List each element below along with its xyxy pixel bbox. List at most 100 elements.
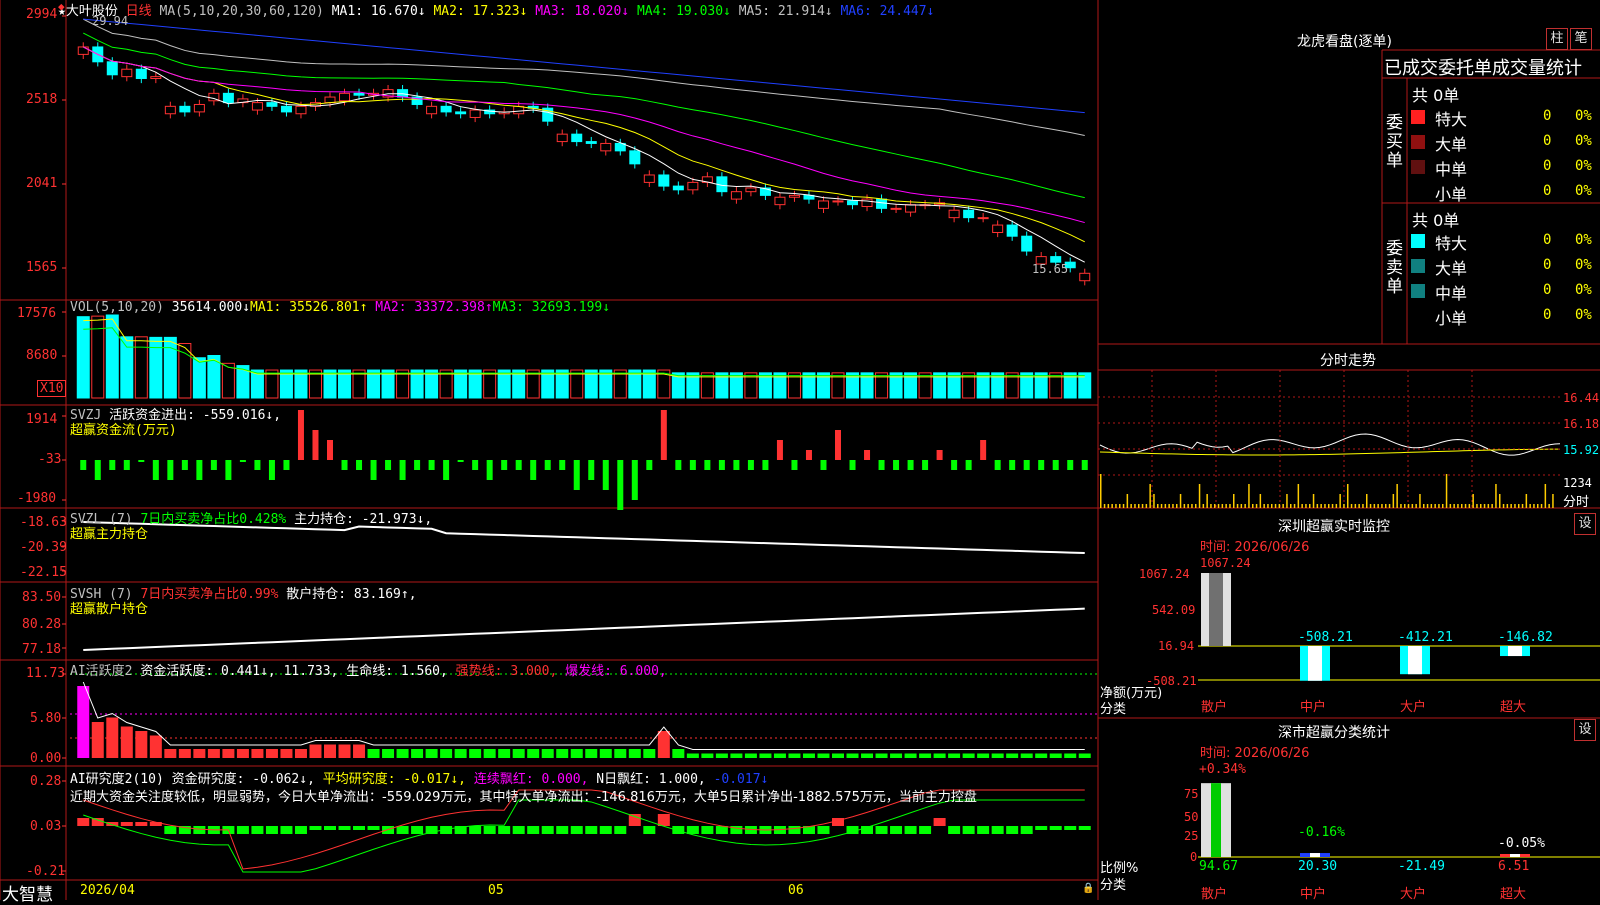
flow-bar [617,460,624,510]
y-label: 5.80 [30,711,62,726]
intraday-volume-bar [1191,504,1193,508]
flow-bar [138,460,145,462]
activity-bar [120,726,133,758]
intraday-volume-bar [1400,504,1402,508]
flow-bar [907,460,914,470]
intraday-volume-bar [1252,504,1254,508]
tick-view-button[interactable]: 笔 [1570,28,1592,50]
order-percent: 0% [1575,307,1592,323]
y-label: 77.18 [22,642,62,657]
activity-bar [991,753,1004,758]
flow-bar [602,460,609,490]
flow-bar [573,460,580,490]
ai-research-label: AI研究度2(10) [70,772,164,787]
price-label: 16.44 [1563,391,1600,405]
intraday-volume-bar [1540,504,1543,508]
activity-bar [686,753,699,758]
color-swatch [1411,284,1425,298]
flow-bar [805,450,812,460]
vol-unit-button[interactable]: X10 [37,380,67,397]
intraday-volume-bar [1229,504,1231,508]
intraday-volume-bar [1362,504,1364,508]
activity-bar [614,749,627,758]
intraday-volume-bar [1373,504,1376,508]
svzl-desc: 7日内买卖净占比0.428% [140,512,287,527]
activity-bar [788,753,801,758]
classify-bar-highlight [1310,853,1320,857]
intraday-volume-bar [1214,504,1216,508]
retail-holding-line [83,607,1085,651]
research-bar [251,826,264,834]
activity-bar [643,749,656,758]
order-count: 0 [1543,307,1552,323]
candle [469,109,481,118]
classify-pct-label: +0.34% [1199,762,1246,777]
buy-side-label: 委买单 [1386,113,1403,171]
classify-settings-button[interactable]: 设 [1574,719,1596,741]
classify-value-label: 6.51 [1498,859,1530,874]
research-bar [991,826,1004,834]
activity-bar [701,753,714,758]
bar-view-button[interactable]: 柱 [1546,28,1568,50]
svsh-sub: 超赢散户持仓 [70,602,149,617]
classify-pct-label: -0.16% [1298,825,1345,840]
ai2-name: 资金活跃度: [140,664,214,679]
app-logo[interactable]: 大智慧 [2,880,53,905]
intraday-volume-bar [1210,504,1212,508]
order-size-label: 大单 [1435,135,1468,154]
ma2-line [83,46,1085,243]
order-size-label: 中单 [1435,284,1468,303]
flow-bar [399,460,406,480]
diamond-icon: ◆ [58,0,65,13]
activity-bar [440,749,453,758]
activity-bar [846,753,859,758]
color-swatch [1411,185,1425,199]
low-label: 15.65 [1032,262,1069,276]
y-label: 75 [1184,787,1199,801]
period-label[interactable]: 日线 [126,4,152,19]
research-bar [164,826,177,834]
flow-bar [268,460,275,480]
research-bar [527,826,540,834]
flow-bar [1038,460,1045,470]
section-title: 已成交委托单成交量统计 [1384,58,1582,79]
candle [585,141,597,144]
research-bar [919,826,932,834]
volume-bar [192,357,206,399]
research-bar [367,826,380,830]
candle [832,200,844,203]
activity-bar [759,753,772,758]
monitor-top-value: 1067.24 [1200,556,1251,570]
activity-bar [570,749,583,758]
intraday-volume-bar [1225,504,1227,508]
candle [774,196,786,206]
intraday-volume-bar [1483,504,1486,508]
research-bar [904,826,917,834]
intraday-volume-bar [1423,504,1425,508]
candle [440,105,452,113]
flow-bar [544,460,551,470]
lock-icon: 🔒 [1082,883,1095,894]
research-bar [585,826,598,834]
classify-category-label: 超大 [1500,887,1527,902]
y-label: 50 [1184,810,1199,824]
intraday-volume-bar [1502,504,1505,508]
intraday-volume-bar [1278,504,1281,508]
research-bar [614,826,627,834]
ai-research-nred: N日飘红: 1.000, [596,772,706,787]
flow-bar [443,460,450,480]
activity-bar [773,753,786,758]
intraday-volume-bar [1286,494,1288,508]
candle [861,198,873,208]
candle [77,46,89,55]
candle [556,133,568,143]
candle [339,92,351,102]
monitor-settings-button[interactable]: 设 [1574,513,1596,535]
research-line-green [83,799,1085,873]
order-count: 0 [1543,257,1552,273]
intraday-volume-bar [1461,504,1463,508]
monitor-category-label: 散户 [1201,700,1228,715]
activity-bar [454,749,467,758]
chart-canvas[interactable] [0,0,1600,900]
svsh-name: 散户持仓: [286,587,347,602]
